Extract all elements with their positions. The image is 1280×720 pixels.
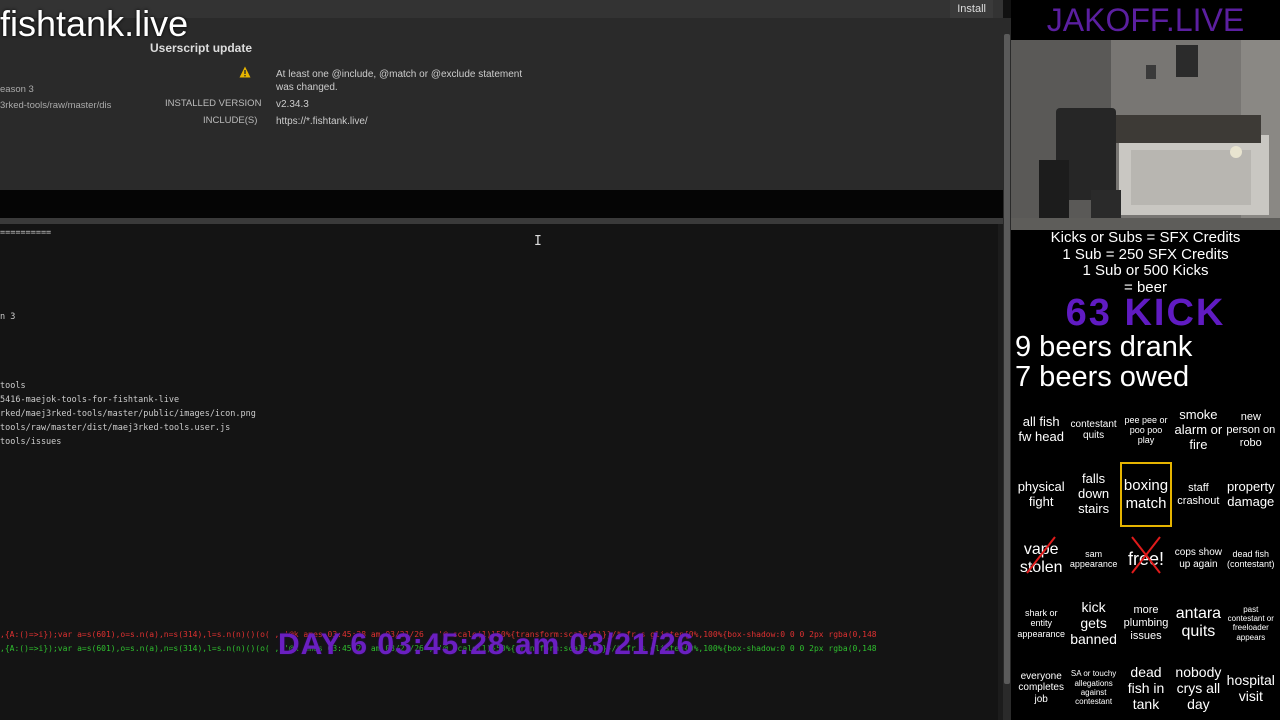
- bingo-cell: hospital visit: [1226, 671, 1275, 704]
- bingo-cell: SA or touchy allegations against contest…: [1070, 669, 1117, 706]
- scrollbar-thumb[interactable]: [1004, 34, 1010, 684]
- code-line: 5416-maejok-tools-for-fishtank-live: [0, 395, 180, 405]
- day-timestamp: DAY 6 03:45:28 am 03/21/26: [278, 628, 695, 661]
- includes-label: INCLUDE(S): [203, 115, 258, 126]
- bingo-cell: all fish fw head: [1018, 414, 1064, 445]
- bingo-cell: physical fight: [1017, 478, 1065, 509]
- bingo-cell: dead fish (contestant): [1227, 548, 1275, 569]
- bingo-cell-marked: vape stolen: [1015, 527, 1067, 591]
- bingo-cell: kick gets banned: [1070, 599, 1117, 648]
- warning-icon: [239, 66, 251, 78]
- cross-mark-icon: [1026, 536, 1056, 574]
- sfx-credits-info: Kicks or Subs = SFX Credits 1 Sub = 250 …: [1011, 229, 1280, 296]
- install-button[interactable]: Install: [950, 0, 993, 18]
- bingo-cell: cops show up again: [1174, 547, 1223, 570]
- cross-mark-icon: [1131, 536, 1161, 574]
- credits-line: Kicks or Subs = SFX Credits: [1050, 229, 1241, 246]
- bingo-cell: property damage: [1226, 478, 1275, 509]
- bingo-cell: staff crashout: [1177, 481, 1220, 507]
- bingo-card: all fish fw head contestant quits pee pe…: [1015, 398, 1277, 720]
- bingo-cell: antara quits: [1175, 605, 1222, 641]
- bingo-cell-marked: free!: [1120, 527, 1172, 591]
- text-cursor-icon: I: [534, 234, 542, 249]
- warning-message: At least one @include, @match or @exclud…: [276, 69, 523, 93]
- bingo-cell: more plumbing issues: [1123, 604, 1169, 642]
- bingo-cell: dead fish in tank: [1127, 663, 1165, 712]
- includes-value: https://*.fishtank.live/: [276, 116, 368, 127]
- installed-version-label: INSTALLED VERSION: [165, 98, 262, 109]
- bingo-cell: shark or entity appearance: [1017, 607, 1065, 639]
- code-line: tools/issues: [0, 437, 62, 447]
- beers-owed-counter: 7 beers owed: [1015, 361, 1190, 393]
- webcam-feed: [1011, 40, 1280, 230]
- bingo-cell: sam appearance: [1069, 548, 1118, 569]
- bingo-cell: everyone completes job: [1018, 670, 1064, 705]
- credits-line: 1 Sub = 250 SFX Credits: [1062, 245, 1229, 263]
- bingo-cell: new person on robo: [1226, 411, 1276, 449]
- code-line: ==========: [0, 228, 52, 238]
- tab-strip: [0, 190, 1003, 218]
- bingo-cell: pee pee or poo poo play: [1124, 414, 1168, 446]
- installed-version-value: v2.34.3: [276, 99, 309, 110]
- code-line: n 3: [0, 312, 16, 322]
- brand-title: JAKOFF.LIVE: [1046, 2, 1245, 38]
- kick-counter: 63 KICK: [1065, 292, 1226, 334]
- bingo-cell: falls down stairs: [1078, 471, 1110, 517]
- bingo-cell: smoke alarm or fire: [1174, 406, 1223, 452]
- script-meta-line: eason 3: [0, 84, 34, 95]
- code-line: tools: [0, 381, 26, 391]
- site-watermark: fishtank.live: [0, 3, 189, 44]
- credits-line: 1 Sub or 500 Kicks: [1082, 262, 1209, 279]
- bedroom-camera-image: [1011, 40, 1280, 230]
- script-meta-line: 3rked-tools/raw/master/dis: [0, 100, 112, 111]
- bingo-cell: nobody crys all day: [1175, 663, 1222, 712]
- bingo-cell: contestant quits: [1070, 418, 1117, 442]
- beers-drank-counter: 9 beers drank: [1015, 331, 1193, 363]
- bingo-cell: past contestant or freeloader appears: [1227, 605, 1274, 642]
- bingo-cell-highlighted: boxing match: [1119, 462, 1173, 527]
- code-line: tools/raw/master/dist/maej3rked-tools.us…: [0, 423, 231, 433]
- code-line: rked/maej3rked-tools/master/public/image…: [0, 409, 256, 419]
